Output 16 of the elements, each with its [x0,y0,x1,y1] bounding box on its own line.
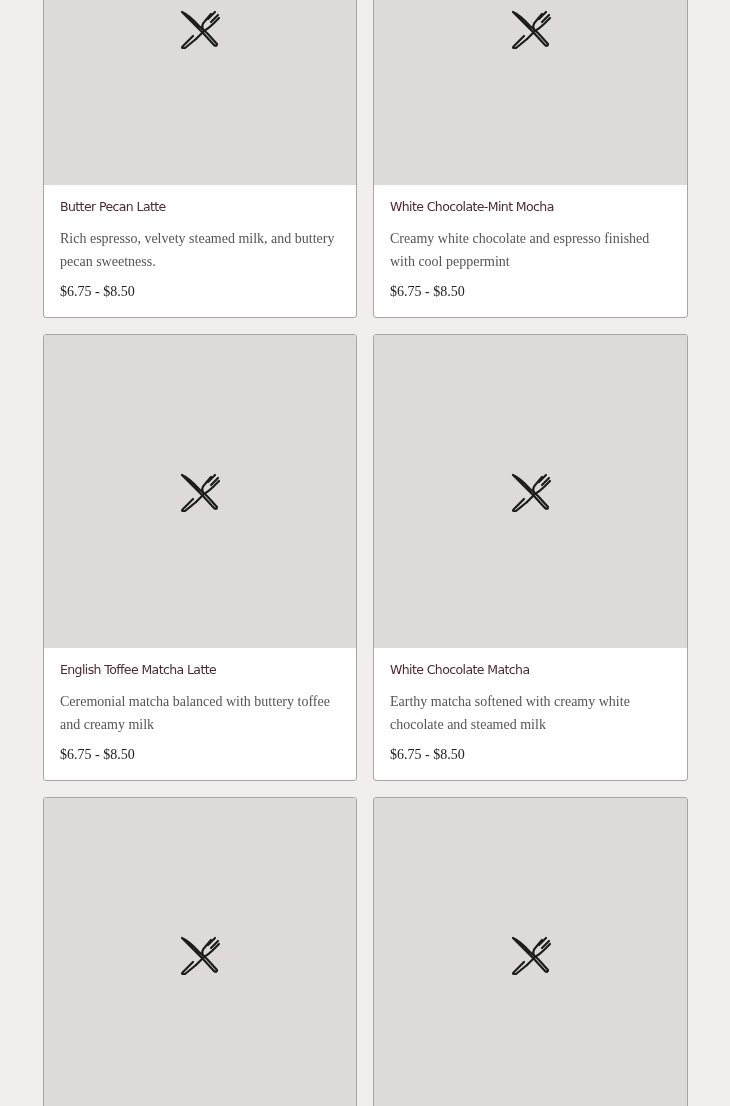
item-description: Earthy matcha softened with creamy white chocolate and steamed milk [390,693,631,734]
item-price: $6.75 - $8.50 [390,746,466,764]
item-name: White Chocolate Matcha [390,662,531,678]
menu-card[interactable]: Butter Pecan Latte Rich espresso, velvety steamed milk, and buttery pecan sweetness. $6.75 - $8.50 [43,0,357,318]
item-price: $6.75 - $8.50 [60,283,136,301]
item-description: Creamy white chocolate and espresso finished with cool peppermint [390,230,651,271]
menu-card[interactable]: White Chocolate-Mint Mocha Creamy white chocolate and espresso finished with cool peppermint $6.75 - $8.50 [373,0,688,318]
item-description: Rich espresso, velvety steamed milk, and buttery pecan sweetness. [60,230,336,271]
item-name: White Chocolate-Mint Mocha [390,199,555,215]
item-name: English Toffee Matcha Latte [60,662,218,678]
item-price: $6.75 - $8.50 [60,746,136,764]
menu-card[interactable]: English Toffee Matcha Latte Ceremonial matcha balanced with buttery toffee and creamy milk $6.75 - $8.50 [43,334,357,781]
item-name: Butter Pecan Latte [60,199,167,215]
item-price: $6.75 - $8.50 [390,283,466,301]
menu-card[interactable]: White Chocolate Matcha Earthy matcha softened with creamy white chocolate and steamed milk $6.75 - $8.50 [373,334,688,781]
item-description: Ceremonial matcha balanced with buttery toffee and creamy milk [60,693,331,734]
